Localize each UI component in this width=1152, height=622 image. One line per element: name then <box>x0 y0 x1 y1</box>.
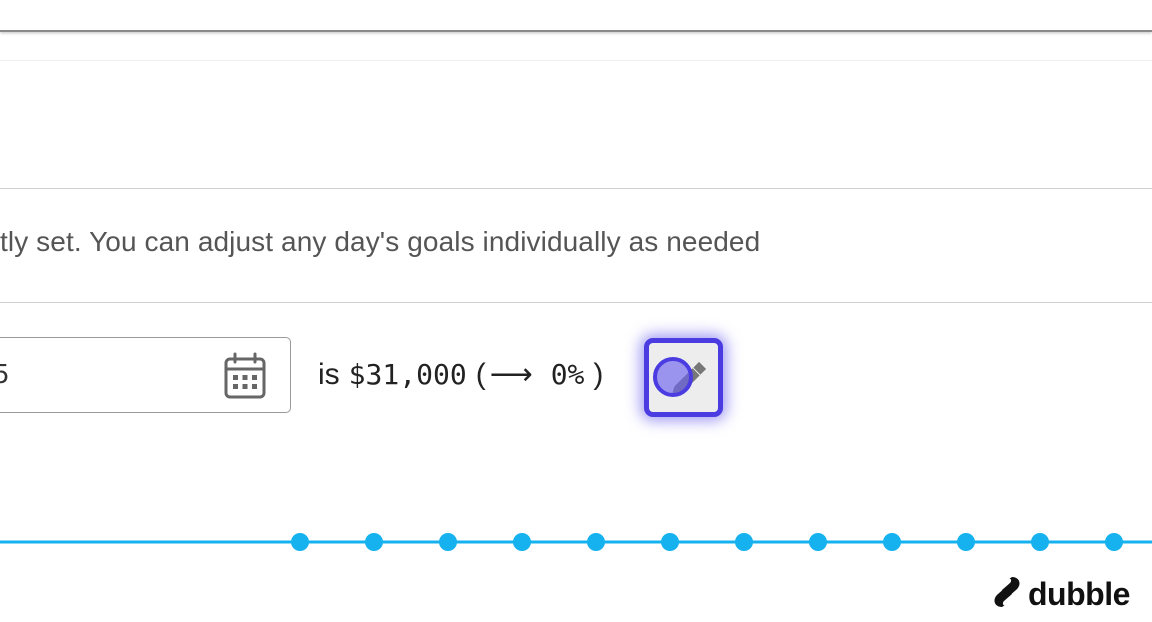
cursor-click-indicator <box>653 357 693 397</box>
top-bar <box>0 0 1152 32</box>
timeline-point[interactable] <box>883 533 901 551</box>
timeline-point[interactable] <box>439 533 457 551</box>
goal-close-paren: ) <box>593 357 604 391</box>
timeline-point[interactable] <box>365 533 383 551</box>
timeline-point[interactable] <box>661 533 679 551</box>
trend-arrow-icon: ⟶ <box>489 358 533 391</box>
calendar-icon[interactable] <box>223 352 267 400</box>
timeline-point[interactable] <box>291 533 309 551</box>
timeline-point[interactable] <box>587 533 605 551</box>
timeline-point[interactable] <box>957 533 975 551</box>
section-divider-top <box>0 188 1152 189</box>
goal-change: 0% <box>550 358 585 391</box>
goal-prefix: is <box>318 357 340 391</box>
goal-open-paren: ( <box>475 357 486 391</box>
page: tly set. You can adjust any day's goals … <box>0 0 1152 622</box>
timeline-point[interactable] <box>1031 533 1049 551</box>
date-input[interactable]: 5 <box>0 337 291 413</box>
timeline-point[interactable] <box>513 533 531 551</box>
timeline-point[interactable] <box>1105 533 1123 551</box>
dubble-logo: dubble <box>992 574 1130 614</box>
section-divider-bottom <box>0 302 1152 303</box>
dubble-logo-icon <box>992 575 1022 614</box>
header-divider <box>0 60 1152 61</box>
edit-goal-button[interactable] <box>644 338 723 417</box>
goals-info-text: tly set. You can adjust any day's goals … <box>0 226 761 257</box>
goal-timeline <box>0 533 1152 551</box>
goal-amount: $31,000 <box>348 358 467 391</box>
dubble-logo-text: dubble <box>1028 575 1130 612</box>
timeline-point[interactable] <box>809 533 827 551</box>
goal-summary: is $31,000 ( ⟶ 0% ) <box>318 357 603 392</box>
date-input-value: 5 <box>0 358 9 389</box>
timeline-point[interactable] <box>735 533 753 551</box>
